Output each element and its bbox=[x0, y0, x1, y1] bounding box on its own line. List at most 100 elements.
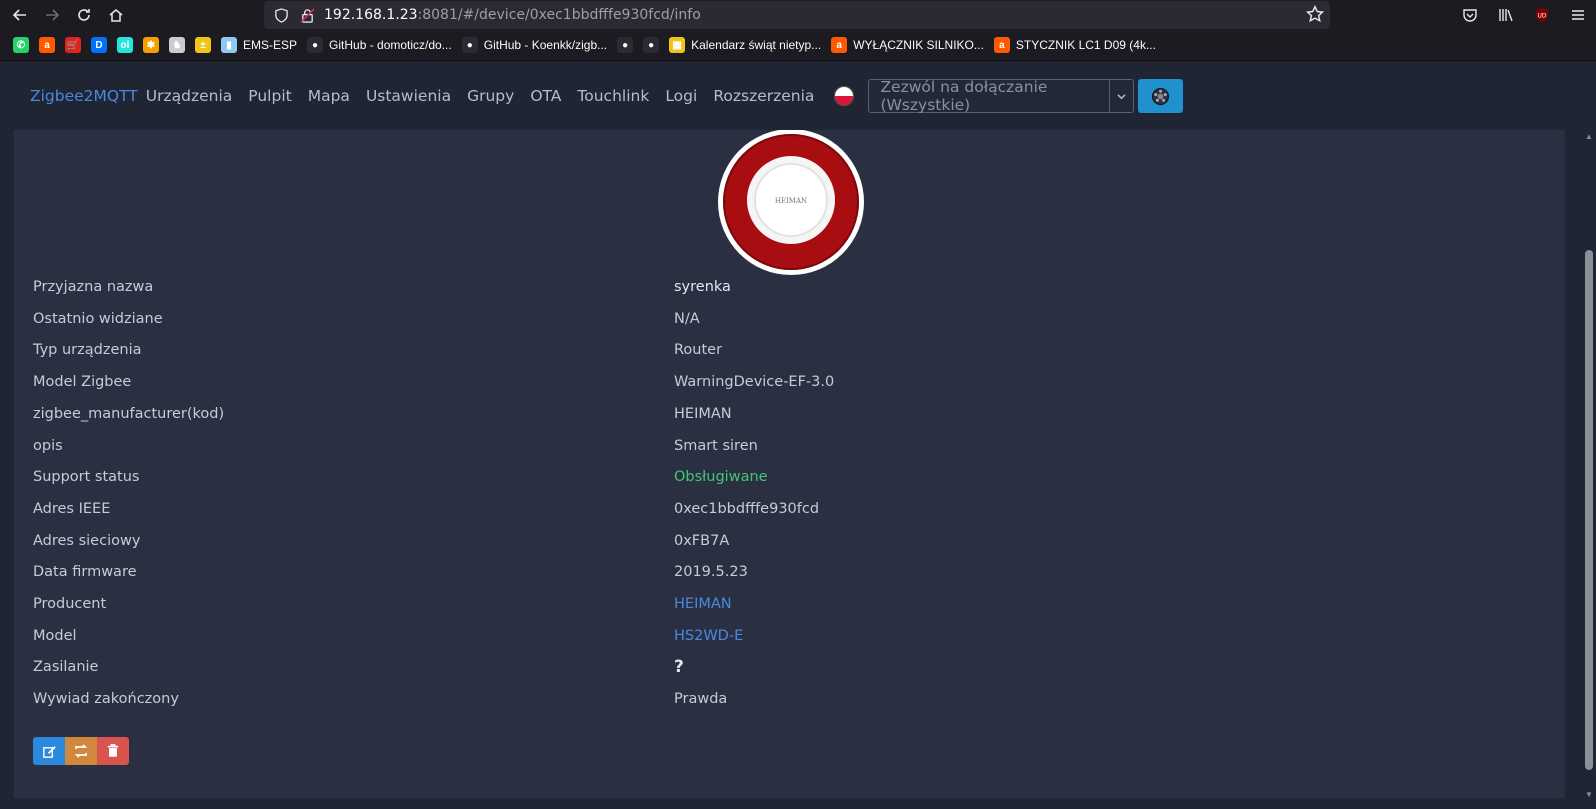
bookmark-item[interactable]: ● bbox=[638, 33, 664, 57]
bookmark-item[interactable]: D bbox=[86, 33, 112, 57]
bookmark-favicon-icon: ol bbox=[117, 37, 133, 53]
info-row-value: 2019.5.23 bbox=[674, 564, 748, 581]
info-row-label: Zasilanie bbox=[33, 659, 99, 676]
address-bar[interactable]: 192.168.1.23:8081/#/device/0xec1bbdfffe9… bbox=[264, 1, 1330, 29]
bookmark-item[interactable]: ol bbox=[112, 33, 138, 57]
scrollbar-thumb[interactable] bbox=[1585, 250, 1593, 770]
info-row: Przyjazna nazwa syrenka bbox=[33, 275, 731, 299]
shield-icon[interactable] bbox=[268, 1, 294, 29]
bookmark-label: Kalendarz świąt nietyp... bbox=[691, 38, 822, 52]
scroll-up-icon[interactable]: ▲ bbox=[1584, 132, 1594, 142]
retweet-icon bbox=[74, 744, 88, 758]
bookmark-item[interactable]: 🛒 bbox=[60, 33, 86, 57]
info-row-value: 0xec1bbdfffe930fcd bbox=[674, 500, 820, 517]
insecure-lock-icon[interactable] bbox=[294, 1, 320, 29]
bookmark-item[interactable]: ± bbox=[190, 33, 216, 57]
info-row-label: Przyjazna nazwa bbox=[33, 279, 154, 295]
info-row: zigbee_manufacturer(kod) HEIMAN bbox=[33, 402, 732, 426]
info-row-label: Adres sieciowy bbox=[33, 532, 141, 549]
info-row-value: N/A bbox=[674, 310, 700, 327]
bookmark-item[interactable]: a STYCZNIK LC1 D09 (4k... bbox=[989, 33, 1161, 57]
language-flag-icon[interactable] bbox=[834, 86, 855, 106]
bookmark-label: GitHub - domoticz/do... bbox=[329, 38, 452, 52]
bookmark-item[interactable]: ♞ bbox=[164, 33, 190, 57]
permit-join-button[interactable] bbox=[1138, 79, 1184, 113]
remove-button[interactable] bbox=[97, 737, 129, 765]
device-actions bbox=[33, 737, 129, 765]
nav-link-ota[interactable]: OTA bbox=[530, 87, 561, 105]
rename-button[interactable] bbox=[33, 737, 65, 765]
bookmark-favicon-icon: a bbox=[831, 37, 848, 53]
bookmark-item[interactable]: ● bbox=[612, 33, 638, 57]
permit-join-select[interactable]: Zezwól na dołączanie (Wszystkie) bbox=[868, 78, 1135, 114]
ublock-icon[interactable]: UD bbox=[1524, 0, 1560, 30]
nav-link-devices[interactable]: Urządzenia bbox=[146, 87, 233, 105]
nav-link-settings[interactable]: Ustawienia bbox=[366, 87, 451, 105]
bookmark-favicon-icon: ▮ bbox=[221, 37, 237, 53]
bookmark-item[interactable]: a WYŁĄCZNIK SILNIKO... bbox=[826, 33, 989, 57]
info-row-value: Smart siren bbox=[674, 437, 758, 454]
info-row: Zasilanie? bbox=[33, 655, 684, 679]
info-row-label: Adres IEEE bbox=[33, 500, 111, 517]
info-row-label: Data firmware bbox=[33, 564, 137, 581]
toolbar-right: UD bbox=[1452, 0, 1596, 30]
nav-link-logs[interactable]: Logi bbox=[665, 87, 697, 105]
menu-icon[interactable] bbox=[1560, 0, 1596, 30]
nav-link-map[interactable]: Mapa bbox=[308, 87, 350, 105]
nav-link-touchlink[interactable]: Touchlink bbox=[577, 87, 649, 105]
bookmark-item[interactable]: ▦ Kalendarz świąt nietyp... bbox=[664, 33, 826, 57]
brand-link[interactable]: Zigbee2MQTT bbox=[30, 87, 138, 105]
url-text[interactable]: 192.168.1.23:8081/#/device/0xec1bbdfffe9… bbox=[324, 7, 701, 23]
permit-join-label: Zezwól na dołączanie (Wszystkie) bbox=[880, 78, 1048, 114]
info-row-label: Model bbox=[33, 627, 77, 644]
info-row-value: ? bbox=[674, 657, 684, 678]
nav-link-groups[interactable]: Grupy bbox=[467, 87, 514, 105]
back-icon[interactable] bbox=[4, 0, 36, 30]
nav-link-dashboard[interactable]: Pulpit bbox=[248, 87, 291, 105]
bookmark-favicon-icon: ● bbox=[461, 37, 478, 53]
bookmark-favicon-icon: 🛒 bbox=[65, 37, 81, 53]
bookmark-favicon-icon: a bbox=[39, 37, 55, 53]
info-row-value[interactable]: HEIMAN bbox=[674, 596, 732, 612]
info-row: opis Smart siren bbox=[33, 434, 758, 458]
app-navbar: Zigbee2MQTT Urządzenia Pulpit Mapa Ustaw… bbox=[0, 62, 1596, 130]
info-row-value[interactable]: HS2WD-E bbox=[674, 628, 743, 644]
bookmark-item[interactable]: ✆ bbox=[8, 33, 34, 57]
url-host: 192.168.1.23 bbox=[324, 7, 418, 23]
bookmark-favicon-icon: ▦ bbox=[669, 37, 686, 53]
bookmark-star-icon[interactable] bbox=[1305, 4, 1325, 28]
page-scrollbar[interactable]: ▲ ▼ bbox=[1582, 130, 1596, 809]
bookmark-item[interactable]: ● GitHub - Koenkk/zigb... bbox=[457, 33, 612, 57]
info-row-label: Model Zigbee bbox=[33, 374, 132, 391]
browser-toolbar: 192.168.1.23:8081/#/device/0xec1bbdfffe9… bbox=[0, 0, 1596, 30]
device-info-panel: HEIMAN Przyjazna nazwa syrenka Ostatnio wi… bbox=[14, 130, 1565, 798]
info-row-label: Wywiad zakończony bbox=[33, 691, 179, 708]
info-row-label: zigbee_manufacturer(kod) bbox=[33, 405, 225, 422]
info-row: Typ urządzenia Router bbox=[33, 338, 722, 362]
bookmark-favicon-icon: ± bbox=[195, 37, 211, 53]
zigbee-icon bbox=[1152, 87, 1170, 105]
nav-link-extensions[interactable]: Rozszerzenia bbox=[713, 87, 814, 105]
info-row: Ostatnio widziane N/A bbox=[33, 307, 700, 331]
reconfigure-button[interactable] bbox=[65, 737, 97, 765]
info-row: Producent HEIMAN bbox=[33, 592, 732, 616]
info-row-value: Obsługiwane bbox=[674, 469, 768, 486]
bookmark-item[interactable]: ▮ EMS-ESP bbox=[216, 33, 302, 57]
bookmark-label: WYŁĄCZNIK SILNIKO... bbox=[853, 38, 984, 52]
bookmark-item[interactable]: ✱ bbox=[138, 33, 164, 57]
bookmark-label: EMS-ESP bbox=[243, 38, 298, 52]
info-row-value: 0xFB7A bbox=[674, 532, 730, 549]
bookmark-item[interactable]: ● GitHub - domoticz/do... bbox=[302, 33, 457, 57]
bookmark-favicon-icon: ● bbox=[643, 37, 660, 53]
library-icon[interactable] bbox=[1488, 0, 1524, 30]
chevron-down-icon[interactable] bbox=[1109, 80, 1133, 112]
info-row-label: Typ urządzenia bbox=[33, 342, 142, 359]
pocket-icon[interactable] bbox=[1452, 0, 1488, 30]
bookmark-item[interactable]: a bbox=[34, 33, 60, 57]
bookmark-favicon-icon: ● bbox=[307, 37, 324, 53]
forward-icon[interactable] bbox=[36, 0, 68, 30]
home-icon[interactable] bbox=[100, 0, 132, 30]
info-row: Model HS2WD-E bbox=[33, 624, 743, 648]
scroll-down-icon[interactable]: ▼ bbox=[1584, 790, 1594, 800]
reload-icon[interactable] bbox=[68, 0, 100, 30]
